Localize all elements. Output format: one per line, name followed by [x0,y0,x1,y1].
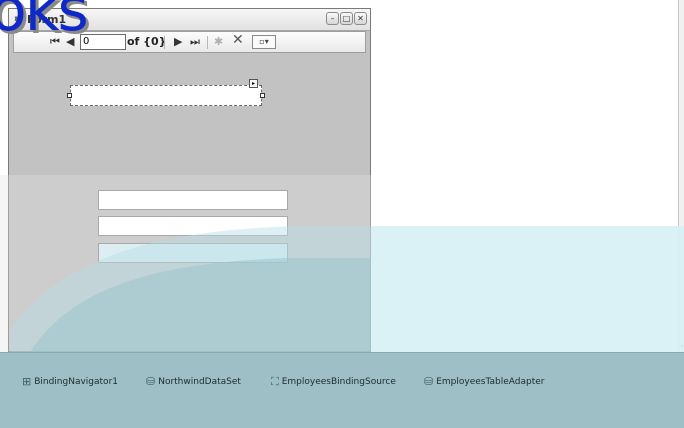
table-adapter-icon: ⛁ [424,375,434,388]
tray-item-table-adapter[interactable]: ⛁ EmployeesTableAdapter [424,375,544,388]
binding-navigator-icon: ⊞ [22,375,32,388]
smart-tag-icon[interactable]: ▸ [249,79,258,88]
watermark-logo: oks [0,0,89,45]
move-last-icon[interactable]: ⏭ [190,35,200,49]
scroll-down-icon[interactable]: ▾ [679,344,684,350]
textbox-2[interactable] [98,216,288,236]
move-next-icon[interactable]: ▶ [174,35,182,49]
minimize-icon[interactable]: – [326,12,339,25]
add-new-icon[interactable]: ✱ [214,35,223,49]
tray-item-label: BindingNavigator1 [34,376,118,387]
binding-source-icon: ⛶ [271,375,279,388]
form-window[interactable]: ▪ Form1 – □ ✕ ⏮ ◀ 0 of {0} ▶ ⏭ ✱ ✕ ▫▾ [8,8,371,352]
tray-item-binding-navigator[interactable]: ⊞ BindingNavigator1 [22,375,118,388]
component-tray[interactable]: ⊞ BindingNavigator1 ⛁ NorthwindDataSet ⛶… [0,352,684,428]
tray-item-label: NorthwindDataSet [158,376,241,387]
resize-handle-left[interactable] [67,93,72,98]
textbox-3[interactable] [98,243,288,263]
tray-item-dataset[interactable]: ⛁ NorthwindDataSet [146,375,241,388]
dropdown-icon[interactable]: ▫▾ [252,35,276,49]
resize-handle-right[interactable] [260,93,265,98]
vertical-scrollbar[interactable]: ▾ [678,0,684,352]
tray-item-label: EmployeesBindingSource [281,377,396,387]
close-icon[interactable]: ✕ [354,12,367,25]
selected-textbox[interactable] [70,85,262,106]
window-buttons: – □ ✕ [326,12,367,25]
delete-icon[interactable]: ✕ [232,33,244,47]
count-label: of {0} [127,35,167,48]
toolbar-separator [164,36,165,49]
toolbar-separator [207,36,208,49]
maximize-icon[interactable]: □ [340,12,353,25]
tray-item-binding-source[interactable]: ⛶ EmployeesBindingSource [271,375,396,389]
tray-item-label: EmployeesTableAdapter [436,376,545,387]
dataset-icon: ⛁ [146,375,156,388]
designer-surface[interactable]: ▾ ▪ Form1 – □ ✕ ⏮ ◀ 0 of {0} ▶ ⏭ ✱ ✕ ▫▾ [0,0,684,428]
textbox-1[interactable] [98,190,288,210]
